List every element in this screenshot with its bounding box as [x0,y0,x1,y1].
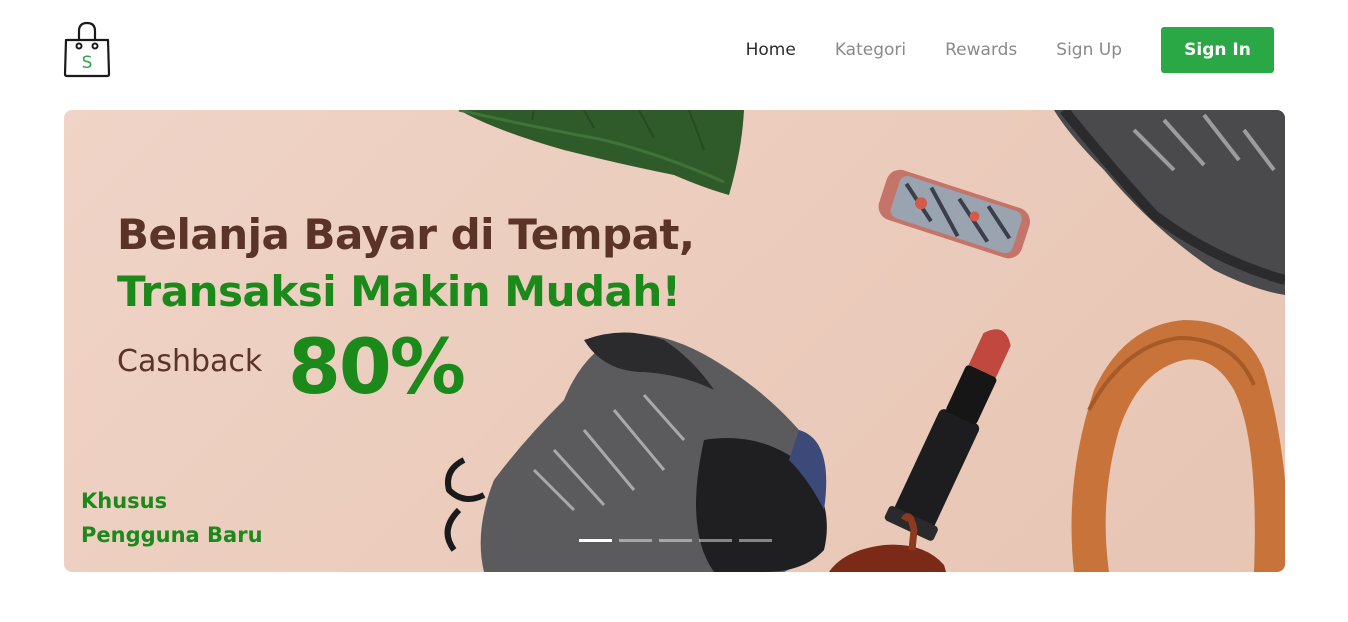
lipstick-illustration [884,329,1011,541]
banner-product-illustration [444,110,1285,572]
carousel-indicator-5[interactable] [739,539,772,542]
nav-rewards-link[interactable]: Rewards [945,40,1017,60]
sneaker-top-right-illustration [1054,110,1285,295]
banner-headline: Belanja Bayar di Tempat, [117,210,695,259]
leaf-illustration [458,110,744,195]
banner-subheadline: Transaksi Makin Mudah! [117,267,681,316]
carousel-indicators [579,539,779,542]
nav-kategori-link[interactable]: Kategori [835,40,906,60]
cashback-label: Cashback [117,344,263,379]
logo-letter: S [82,53,93,73]
nav-home-link[interactable]: Home [746,40,796,60]
sign-in-button[interactable]: Sign In [1161,27,1274,73]
promo-note-line-2: Pengguna Baru [81,523,263,547]
cashback-value: 80% [288,322,466,411]
carousel-indicator-1[interactable] [579,539,612,542]
navbar: S Home Kategori Rewards Sign Up Sign In [0,0,1348,100]
carousel-indicator-3[interactable] [659,539,692,542]
carousel-indicator-2[interactable] [619,539,652,542]
nav-signup-link[interactable]: Sign Up [1056,40,1122,60]
lipstick-case-illustration [878,169,1031,259]
shopping-bag-logo-icon[interactable]: S [63,20,111,78]
carousel-indicator-4[interactable] [699,539,732,542]
nav-links: Home Kategori Rewards Sign Up Sign In [746,27,1274,73]
sneaker-main-illustration [444,332,827,572]
hero-banner-carousel[interactable]: Belanja Bayar di Tempat, Transaksi Makin… [64,110,1285,572]
leather-bag-illustration [1071,320,1285,572]
promo-note-line-1: Khusus [81,489,168,513]
